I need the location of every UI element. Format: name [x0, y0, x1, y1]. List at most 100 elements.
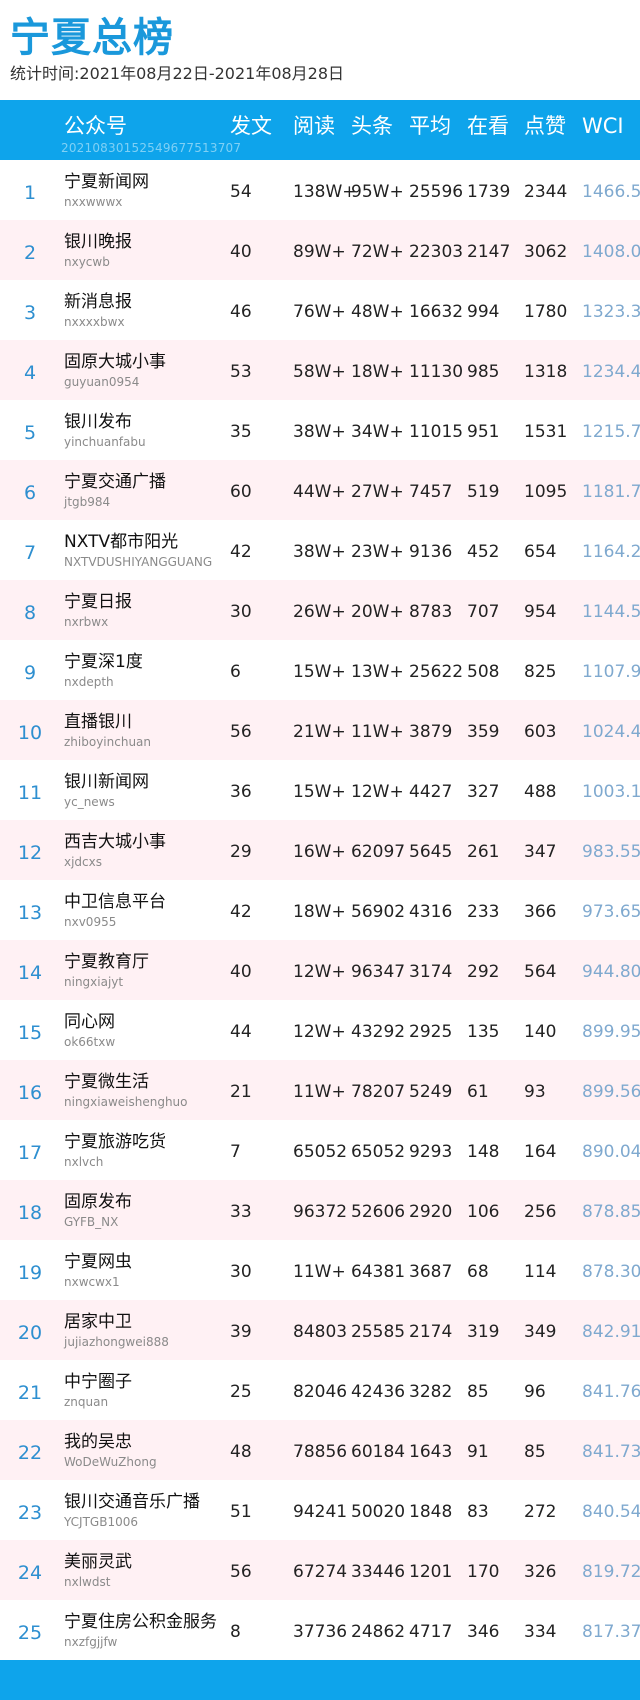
average-reads: 9293 [409, 1142, 453, 1162]
account-name: 宁夏旅游吃货 [64, 1132, 166, 1152]
rank-number: 1 [23, 182, 37, 204]
looking-count: 327 [467, 782, 500, 802]
wci-score: 1144.50 [582, 602, 640, 622]
wci-score: 1003.19 [582, 782, 640, 802]
wci-score: 973.65 [582, 902, 640, 922]
table-row[interactable]: 10 直播银川 56 21W+11W+3879 359 603 1024.44 zhiboyi… [0, 700, 640, 760]
wci-score: 944.80 [582, 962, 640, 982]
header-likes[interactable]: 点赞 [524, 112, 566, 140]
account-name: 宁夏新闻网 [64, 172, 149, 192]
table-row[interactable]: 11 银川新闻网 36 15W+12W+4427 327 488 1003.19 yc_new… [0, 760, 640, 820]
wci-score: 819.72 [582, 1562, 640, 1582]
rank-number: 6 [23, 482, 37, 504]
wci-score: 1024.44 [582, 722, 640, 742]
account-name: 固原发布 [64, 1192, 132, 1212]
average-reads: 4717 [409, 1622, 453, 1642]
headline-reads: 52606 [351, 1202, 406, 1222]
headline-reads: 56902 [351, 902, 406, 922]
table-row[interactable]: 13 中卫信息平台 42 18W+ 56902 4316 233 366 973.65 nxv09… [0, 880, 640, 940]
looking-count: 83 [467, 1502, 489, 1522]
looking-count: 319 [467, 1322, 500, 1342]
headline-reads: 20W+ [351, 602, 404, 622]
table-row[interactable]: 6 宁夏交通广播 60 44W+27W+7457 519 1095 1181.73 jtgb9… [0, 460, 640, 520]
rank-number: 11 [17, 782, 43, 804]
account-name: NXTV都市阳光 [64, 532, 179, 552]
table-row[interactable]: 23 银川交通音乐广播 51 94241 50020 1848 83 272 840.54 YCJ… [0, 1480, 640, 1540]
likes-count: 2344 [524, 182, 568, 202]
headline-reads: 12W+ [351, 782, 404, 802]
headline-reads: 25585 [351, 1322, 406, 1342]
table-row[interactable]: 20 居家中卫 39 84803 25585 2174 319 349 842.91 jujiaz… [0, 1300, 640, 1360]
average-reads: 3282 [409, 1382, 453, 1402]
table-row[interactable]: 3 新消息报 46 76W+48W+16632994 1780 1323.38 nxxxxb… [0, 280, 640, 340]
table-row[interactable]: 14 宁夏教育厅 40 12W+ 96347 3174 292 564 944.80 ningxi… [0, 940, 640, 1000]
looking-count: 985 [467, 362, 500, 382]
reads-count: 65052 [293, 1142, 348, 1162]
headline-reads: 65052 [351, 1142, 406, 1162]
table-row[interactable]: 18 固原发布 33 96372 52606 2920 106 256 878.85 GYFB_N… [0, 1180, 640, 1240]
looking-count: 106 [467, 1202, 500, 1222]
account-name: 宁夏教育厅 [64, 952, 149, 972]
table-row[interactable]: 24 美丽灵武 56 67274 33446 1201 170 326 819.72 nxlwds… [0, 1540, 640, 1600]
account-name: 银川晚报 [64, 232, 132, 252]
table-row[interactable]: 2 银川晚报 40 89W+72W+223032147 3062 1408.04 nxycw… [0, 220, 640, 280]
header-average[interactable]: 平均 [409, 112, 451, 140]
likes-count: 349 [524, 1322, 557, 1342]
table-row[interactable]: 22 我的吴忠 48 78856 60184 1643 91 85 841.73 WoDeWuZh… [0, 1420, 640, 1480]
wci-score: 1466.57 [582, 182, 640, 202]
reads-count: 82046 [293, 1382, 348, 1402]
header-posts[interactable]: 发文 [230, 112, 272, 140]
rank-number: 4 [23, 362, 37, 384]
account-name: 固原大城小事 [64, 352, 166, 372]
reads-count: 76W+ [293, 302, 346, 322]
looking-count: 519 [467, 482, 500, 502]
headline-reads: 24862 [351, 1622, 406, 1642]
header-reads[interactable]: 阅读 [293, 112, 335, 140]
wci-score: 841.76 [582, 1382, 640, 1402]
header-looking[interactable]: 在看 [467, 112, 509, 140]
table-row[interactable]: 19 宁夏网虫 30 11W+ 64381 3687 68 114 878.30 nxwcwx1 [0, 1240, 640, 1300]
rank-number: 25 [17, 1622, 43, 1644]
likes-count: 347 [524, 842, 557, 862]
header-headline[interactable]: 头条 [351, 112, 393, 140]
rank-number: 8 [23, 602, 37, 624]
posts-count: 56 [230, 1562, 252, 1582]
rank-number: 2 [23, 242, 37, 264]
table-row[interactable]: 16 宁夏微生活 21 11W+ 78207 5249 61 93 899.56 ningxiaw… [0, 1060, 640, 1120]
table-row[interactable]: 17 宁夏旅游吃货 7 65052 65052 9293 148 164 890.04 nxlvc… [0, 1120, 640, 1180]
headline-reads: 11W+ [351, 722, 404, 742]
posts-count: 53 [230, 362, 252, 382]
reads-count: 26W+ [293, 602, 346, 622]
average-reads: 3687 [409, 1262, 453, 1282]
header-wci[interactable]: WCI [582, 112, 624, 140]
posts-count: 56 [230, 722, 252, 742]
headline-reads: 60184 [351, 1442, 406, 1462]
reads-count: 15W+ [293, 662, 346, 682]
average-reads: 16632 [409, 302, 464, 322]
header-account[interactable]: 公众号 [64, 112, 127, 140]
table-row[interactable]: 7 NXTV都市阳光 42 38W+23W+9136 452 654 1164.29 NXTV… [0, 520, 640, 580]
account-id: YCJTGB1006 [64, 1515, 138, 1529]
looking-count: 61 [467, 1082, 489, 1102]
table-row[interactable]: 9 宁夏深1度 6 15W+13W+25622508 825 1107.90 nxdepth [0, 640, 640, 700]
table-row[interactable]: 5 银川发布 35 38W+34W+11015951 1531 1215.72 yinchu… [0, 400, 640, 460]
reads-count: 44W+ [293, 482, 346, 502]
average-reads: 11015 [409, 422, 464, 442]
table-row[interactable]: 8 宁夏日报 30 26W+20W+8783 707 954 1144.50 nxrbwx [0, 580, 640, 640]
account-id: nxxxxbwx [64, 315, 125, 329]
table-row[interactable]: 15 同心网 44 12W+ 43292 2925 135 140 899.95 ok66txw [0, 1000, 640, 1060]
table-row[interactable]: 21 中宁圈子 25 82046 42436 3282 85 96 841.76 znquan [0, 1360, 640, 1420]
table-row[interactable]: 4 固原大城小事 53 58W+18W+11130985 1318 1234.49 guyu… [0, 340, 640, 400]
headline-reads: 33446 [351, 1562, 406, 1582]
reads-count: 89W+ [293, 242, 346, 262]
rank-number: 17 [17, 1142, 43, 1164]
average-reads: 2174 [409, 1322, 453, 1342]
table-row[interactable]: 1 宁夏新闻网 54 138W+95W+255961739 2344 1466.57 nxx… [0, 160, 640, 220]
posts-count: 60 [230, 482, 252, 502]
table-row[interactable]: 12 西吉大城小事 29 16W+ 62097 5645 261 347 983.55 xjdcx… [0, 820, 640, 880]
account-name: 居家中卫 [64, 1312, 132, 1332]
table-row[interactable]: 25 宁夏住房公积金服务 8 37736 24862 4717 346 334 817.37 nx… [0, 1600, 640, 1660]
reads-count: 12W+ [293, 1022, 346, 1042]
account-id: zhiboyinchuan [64, 735, 152, 749]
average-reads: 22303 [409, 242, 464, 262]
